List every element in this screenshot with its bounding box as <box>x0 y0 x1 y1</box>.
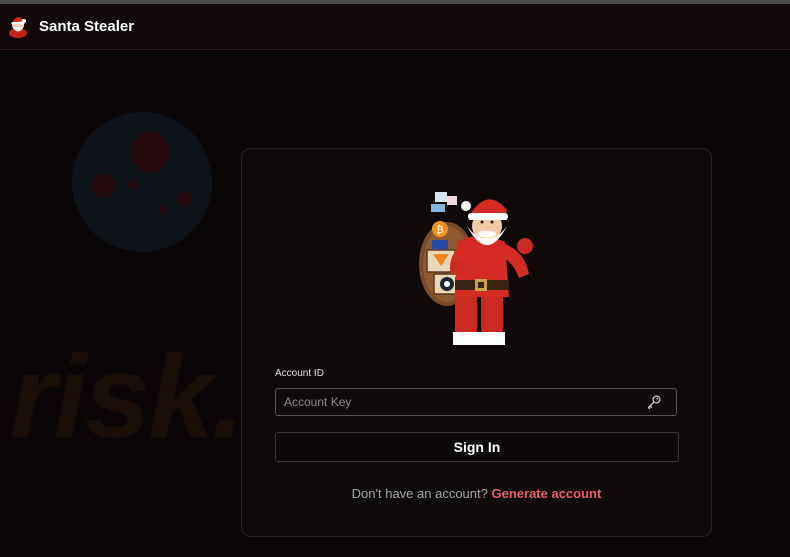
app-title[interactable]: Santa Stealer <box>39 18 134 35</box>
sign-in-button[interactable]: Sign In <box>275 432 679 462</box>
generate-account-link[interactable]: Generate account <box>492 486 602 501</box>
signup-row: Don't have an account? Generate account <box>242 486 711 501</box>
santa-logo-icon[interactable] <box>7 12 29 38</box>
account-key-input[interactable] <box>284 393 634 411</box>
login-card: ₿ Account ID Account Key Sign In Don't h… <box>241 148 712 537</box>
account-key-field[interactable] <box>275 388 677 416</box>
signup-prompt: Don't have an account? <box>351 486 488 501</box>
santa-with-sack-illustration: ₿ <box>419 192 533 345</box>
key-icon[interactable] <box>646 394 662 410</box>
top-navbar: Santa Stealer <box>0 4 790 50</box>
svg-text:₿: ₿ <box>436 224 443 236</box>
watermark-magnifier-icon <box>72 112 212 252</box>
account-id-label: Account ID <box>275 368 324 379</box>
